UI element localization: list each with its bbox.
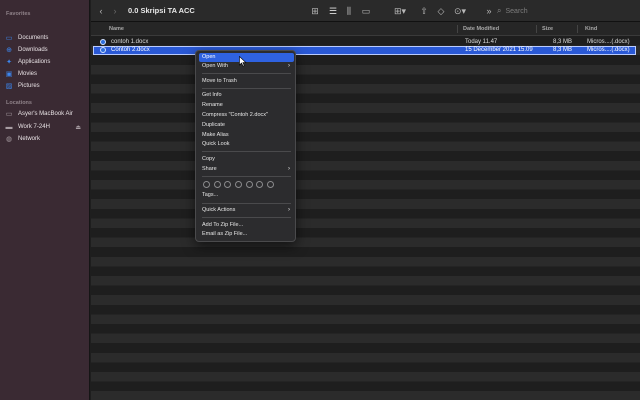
column-date-modified[interactable]: Date Modified xyxy=(463,26,499,32)
toolbar: ‹ › 0.0 Skripsi TA ACC ⊞ ☰ ⫼ ▭ ⊞▾ ⇧ ◇ ⊙▾… xyxy=(91,0,640,22)
context-menu: Open Open With › Move to Trash Get Info … xyxy=(195,50,296,242)
chevron-right-icon: › xyxy=(288,207,290,213)
chevron-right-icon: › xyxy=(288,166,290,172)
download-icon: ⊕ xyxy=(6,46,12,54)
sidebar-item-work-drive[interactable]: ▬ Work 7-24H ⏏ xyxy=(5,121,87,133)
file-name: contoh 1.docx xyxy=(111,39,149,45)
list-view-icon[interactable]: ☰ xyxy=(328,6,338,16)
favorites-heading: Favorites xyxy=(6,11,31,17)
menu-item-label: Open With xyxy=(202,63,228,69)
menu-item-quick-look[interactable]: Quick Look xyxy=(199,140,294,149)
back-chevron-icon[interactable]: ‹ xyxy=(97,6,105,16)
sidebar-item-label: Applications xyxy=(18,59,51,65)
icon-view-icon[interactable]: ⊞ xyxy=(310,6,320,16)
menu-item-move-to-trash[interactable]: Move to Trash xyxy=(199,77,294,86)
document-icon: ▭ xyxy=(5,34,13,42)
tag-dot[interactable] xyxy=(245,181,253,188)
menu-separator xyxy=(202,176,291,177)
sidebar-item-label: Pictures xyxy=(18,83,40,89)
menu-separator xyxy=(202,203,291,204)
movies-icon: ▣ xyxy=(5,70,13,78)
search-placeholder: Search xyxy=(505,7,528,15)
column-header: Name Date Modified Size Kind xyxy=(91,22,640,36)
sidebar: Favorites ▭ Documents ⊕ Downloads ✦ Appl… xyxy=(0,0,90,400)
chevron-right-icon: › xyxy=(288,63,290,69)
tag-dot[interactable] xyxy=(203,181,210,188)
docx-file-icon xyxy=(100,47,106,53)
locations-heading: Locations xyxy=(6,100,32,106)
menu-item-get-info[interactable]: Get Info xyxy=(199,91,294,100)
menu-item-label: Share xyxy=(202,166,217,172)
menu-item-email-as-zip[interactable]: Email as Zip File... xyxy=(199,230,294,239)
sidebar-item-label: Movies xyxy=(18,71,38,77)
menu-item-add-to-zip[interactable]: Add To Zip File... xyxy=(199,221,294,230)
action-icon[interactable]: ⊙▾ xyxy=(453,6,467,16)
menu-separator xyxy=(202,217,291,218)
tag-color-picker xyxy=(203,181,278,188)
sidebar-item-downloads[interactable]: ⊕ Downloads xyxy=(5,44,87,56)
more-chevron-icon[interactable]: » xyxy=(485,6,493,16)
sidebar-item-label: Asyer's MacBook Air xyxy=(18,111,73,117)
sidebar-item-label: Work 7-24H xyxy=(18,124,50,130)
menu-item-duplicate[interactable]: Duplicate xyxy=(199,121,294,130)
sidebar-item-label: Documents xyxy=(18,35,49,41)
table-row[interactable]: Contoh 2.docx 15 December 2021 15.09 8,3… xyxy=(93,46,636,55)
menu-separator xyxy=(202,73,291,74)
tag-dot[interactable] xyxy=(213,181,221,188)
menu-item-share[interactable]: Share › xyxy=(199,165,294,174)
file-date: 15 December 2021 15.09 xyxy=(465,47,533,53)
column-size[interactable]: Size xyxy=(542,26,553,32)
menu-separator xyxy=(202,88,291,89)
docx-file-icon xyxy=(100,39,106,45)
gallery-view-icon[interactable]: ▭ xyxy=(361,6,371,16)
sidebar-item-macbook[interactable]: ▭ Asyer's MacBook Air xyxy=(5,108,87,120)
network-icon: ◍ xyxy=(5,135,13,143)
menu-item-copy[interactable]: Copy xyxy=(199,155,294,164)
file-name: Contoh 2.docx xyxy=(111,47,150,53)
menu-separator xyxy=(202,151,291,152)
group-icon[interactable]: ⊞▾ xyxy=(394,6,406,16)
applications-icon: ✦ xyxy=(6,58,12,66)
column-view-icon[interactable]: ⫼ xyxy=(344,6,354,16)
tag-dot[interactable] xyxy=(235,181,243,188)
sidebar-item-pictures[interactable]: ▨ Pictures xyxy=(5,80,87,92)
column-kind[interactable]: Kind xyxy=(585,26,597,32)
column-name[interactable]: Name xyxy=(109,26,124,32)
menu-item-label: Quick Actions xyxy=(202,207,236,213)
forward-chevron-icon[interactable]: › xyxy=(111,6,119,16)
mouse-cursor-icon xyxy=(239,56,247,67)
tag-dot[interactable] xyxy=(267,181,275,188)
column-divider[interactable] xyxy=(457,25,458,33)
sidebar-item-movies[interactable]: ▣ Movies xyxy=(5,68,87,80)
file-date: Today 11.47 xyxy=(465,39,498,45)
sidebar-item-label: Downloads xyxy=(18,47,48,53)
menu-item-tags[interactable]: Tags... xyxy=(199,191,294,200)
sidebar-item-label: Network xyxy=(18,136,41,142)
laptop-icon: ▭ xyxy=(5,110,13,118)
menu-item-compress[interactable]: Compress "Contoh 2.docx" xyxy=(199,111,294,120)
sidebar-item-applications[interactable]: ✦ Applications xyxy=(5,56,87,68)
tag-dot[interactable] xyxy=(256,181,264,188)
sidebar-item-documents[interactable]: ▭ Documents xyxy=(5,32,87,44)
tag-dot[interactable] xyxy=(224,181,232,188)
file-kind: Micros....(.docx) xyxy=(587,39,630,45)
column-divider[interactable] xyxy=(577,25,578,33)
window-title: 0.0 Skripsi TA ACC xyxy=(128,6,195,15)
menu-item-make-alias[interactable]: Make Alias xyxy=(199,131,294,140)
column-divider[interactable] xyxy=(536,25,537,33)
pictures-icon: ▨ xyxy=(5,82,13,90)
sidebar-item-network[interactable]: ◍ Network xyxy=(5,133,87,145)
drive-icon: ▬ xyxy=(5,123,13,131)
eject-icon[interactable]: ⏏ xyxy=(75,124,81,131)
share-icon[interactable]: ⇧ xyxy=(419,6,429,16)
file-kind: Micros....(.docx) xyxy=(587,47,630,53)
tag-icon[interactable]: ◇ xyxy=(436,6,446,16)
search-icon: ⌕ xyxy=(497,6,502,15)
menu-item-rename[interactable]: Rename xyxy=(199,101,294,110)
file-list: contoh 1.docx Today 11.47 8,3 MB Micros.… xyxy=(91,36,640,400)
file-size: 8,3 MB xyxy=(553,39,573,45)
file-size: 8,3 MB xyxy=(553,47,573,53)
menu-item-quick-actions[interactable]: Quick Actions › xyxy=(199,206,294,215)
search-field[interactable]: ⌕ Search xyxy=(497,5,632,17)
